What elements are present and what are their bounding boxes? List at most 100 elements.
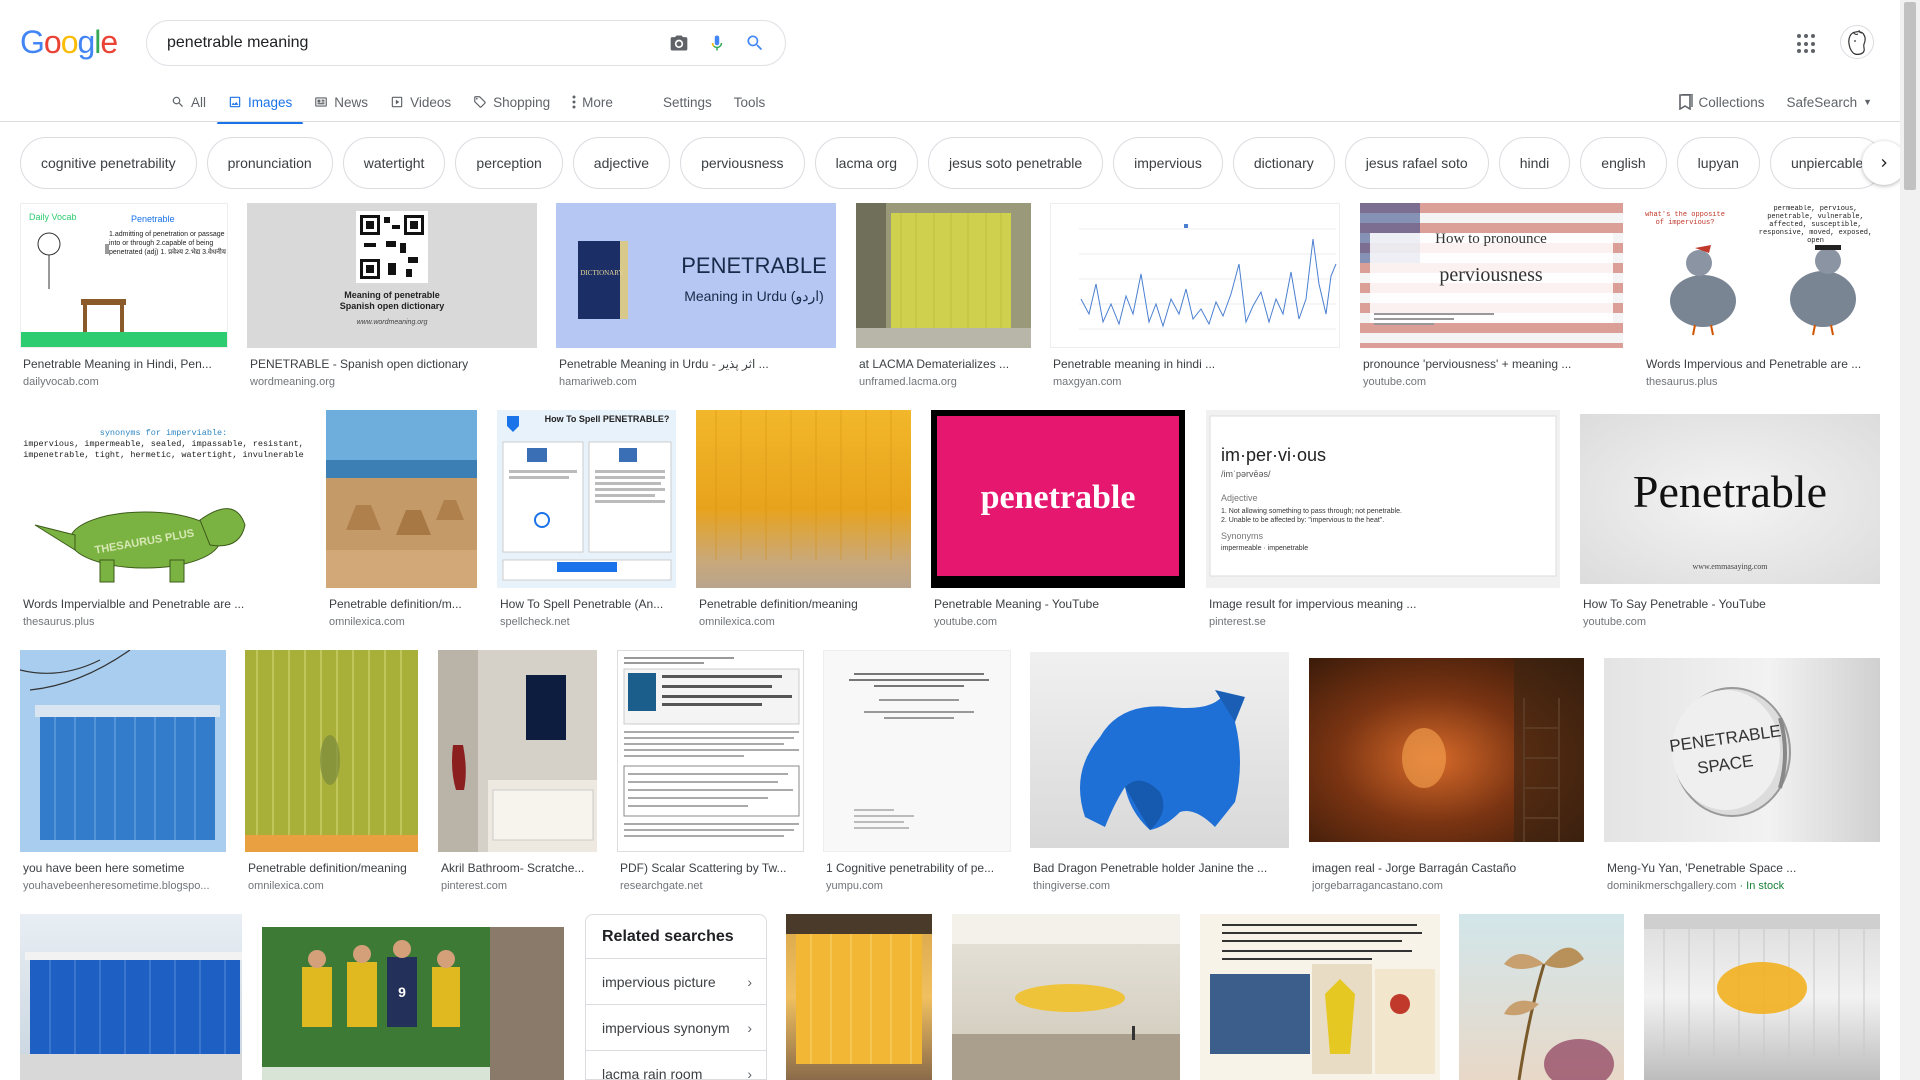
scrollbar-thumb[interactable] xyxy=(1904,2,1916,190)
image-result[interactable]: synonyms for imperviable: impervious, imp… xyxy=(20,410,307,630)
result-source[interactable]: unframed.lacma.org xyxy=(859,376,1031,388)
result-source[interactable]: hamariweb.com xyxy=(559,376,836,388)
refinement-chip[interactable]: watertight xyxy=(342,137,446,189)
refinement-chip[interactable]: adjective xyxy=(572,137,671,189)
result-title[interactable]: 1 Cognitive penetrability of pe... xyxy=(826,861,1011,875)
result-title[interactable]: How To Spell Penetrable (An... xyxy=(500,597,676,611)
image-result[interactable]: 9 xyxy=(262,914,564,1080)
result-title[interactable]: pronounce 'perviousness' + meaning ... xyxy=(1363,357,1623,371)
related-search-item[interactable]: lacma rain room › xyxy=(586,1051,766,1080)
image-result[interactable]: How to pronounce perviousness pronounce … xyxy=(1360,203,1623,391)
image-result[interactable] xyxy=(1459,914,1624,1080)
tab-news[interactable]: News xyxy=(303,82,379,122)
result-source[interactable]: omnilexica.com xyxy=(699,616,911,628)
image-result[interactable]: what's the opposite of impervious? perme… xyxy=(1643,203,1880,391)
image-result[interactable]: im·per·vi·ous /imˈpərvēəs/ Adjective 1. … xyxy=(1206,410,1560,630)
result-title[interactable]: Penetrable meaning in hindi ... xyxy=(1053,357,1340,371)
apps-grid-icon[interactable] xyxy=(1795,32,1819,56)
tools-link[interactable]: Tools xyxy=(723,82,777,122)
result-source[interactable]: wordmeaning.org xyxy=(250,376,537,388)
result-source[interactable]: yumpu.com xyxy=(826,880,1011,892)
search-box[interactable] xyxy=(146,20,786,66)
result-title[interactable]: Penetrable Meaning in Urdu - اثر پذیر ..… xyxy=(559,357,836,371)
refinement-chip[interactable]: jesus soto penetrable xyxy=(928,137,1104,189)
result-source[interactable]: pinterest.se xyxy=(1209,616,1560,628)
result-source[interactable]: dailyvocab.com xyxy=(23,376,228,388)
refinement-chip[interactable]: pronunciation xyxy=(206,137,333,189)
page-scrollbar[interactable] xyxy=(1900,0,1920,1080)
image-result[interactable]: Penetrable www.emmasaying.com How To Say… xyxy=(1580,410,1880,630)
image-result[interactable] xyxy=(1200,914,1440,1080)
image-result[interactable] xyxy=(20,914,242,1080)
result-source[interactable]: youtube.com xyxy=(1583,616,1880,628)
result-title[interactable]: you have been here sometime xyxy=(23,861,226,875)
refinement-chip[interactable]: lacma org xyxy=(814,137,919,189)
safesearch-dropdown[interactable]: SafeSearch ▼ xyxy=(1787,95,1872,110)
image-result[interactable]: Daily Vocab Penetrable 1.admitting of pe… xyxy=(20,203,228,391)
image-result[interactable] xyxy=(786,914,932,1080)
image-result[interactable]: PENETRABLE SPACE Meng-Yu Yan, 'Penetrabl… xyxy=(1604,650,1880,894)
result-title[interactable]: Image result for impervious meaning ... xyxy=(1209,597,1560,611)
result-source[interactable]: researchgate.net xyxy=(620,880,804,892)
image-result[interactable]: Bad Dragon Penetrable holder Janine the … xyxy=(1030,650,1289,894)
camera-icon[interactable] xyxy=(667,31,691,55)
result-source[interactable]: youhavebeenheresometime.blogspo... xyxy=(23,880,226,892)
image-result[interactable] xyxy=(952,914,1180,1080)
tab-images[interactable]: Images xyxy=(217,82,304,124)
image-result[interactable]: How To Spell PENETRABLE? How To Spell Pe… xyxy=(497,410,676,630)
result-title[interactable]: Words Impervious and Penetrable are ... xyxy=(1646,357,1880,371)
image-result[interactable]: at LACMA Dematerializes ... unframed.lac… xyxy=(856,203,1031,391)
refinement-chip[interactable]: english xyxy=(1580,137,1667,189)
tab-more[interactable]: More xyxy=(561,82,624,122)
refinement-chip[interactable]: dictionary xyxy=(1232,137,1335,189)
image-result[interactable]: Penetrable definition/meaning omnilexica… xyxy=(245,650,418,894)
image-result[interactable]: Penetrable definition/m... omnilexica.co… xyxy=(326,410,477,630)
image-result[interactable]: penetrable Penetrable Meaning - YouTube … xyxy=(931,410,1185,630)
image-result[interactable] xyxy=(1644,914,1880,1080)
result-source[interactable]: pinterest.com xyxy=(441,880,597,892)
result-title[interactable]: at LACMA Dematerializes ... xyxy=(859,357,1031,371)
tab-videos[interactable]: Videos xyxy=(379,82,462,122)
result-source[interactable]: omnilexica.com xyxy=(248,880,418,892)
result-title[interactable]: PDF) Scalar Scattering by Tw... xyxy=(620,861,804,875)
image-result[interactable]: you have been here sometime youhavebeenh… xyxy=(20,650,226,894)
google-logo[interactable]: Google xyxy=(20,24,118,60)
microphone-icon[interactable] xyxy=(705,31,729,55)
result-title[interactable]: Penetrable Meaning in Hindi, Pen... xyxy=(23,357,228,371)
result-source[interactable]: youtube.com xyxy=(934,616,1185,628)
refinement-chip[interactable]: perception xyxy=(455,137,563,189)
image-result[interactable]: Meaning of penetrable Spanish open dicti… xyxy=(247,203,537,391)
result-title[interactable]: Words Impervialble and Penetrable are ..… xyxy=(23,597,307,611)
result-source[interactable]: spellcheck.net xyxy=(500,616,676,628)
result-title[interactable]: Meng-Yu Yan, 'Penetrable Space ... xyxy=(1607,861,1880,875)
image-result[interactable]: DICTIONARY PENETRABLE Meaning in Urdu (ا… xyxy=(556,203,836,391)
related-search-item[interactable]: impervious picture › xyxy=(586,959,766,1005)
refinement-chip[interactable]: jesus rafael soto xyxy=(1344,137,1489,189)
image-result[interactable]: Penetrable definition/meaning omnilexica… xyxy=(696,410,911,630)
result-source[interactable]: maxgyan.com xyxy=(1053,376,1340,388)
search-input[interactable] xyxy=(167,34,667,52)
result-source[interactable]: thesaurus.plus xyxy=(1646,376,1880,388)
result-source[interactable]: jorgebarragancastano.com xyxy=(1312,880,1584,892)
result-title[interactable]: Penetrable Meaning - YouTube xyxy=(934,597,1185,611)
refinement-chip[interactable]: impervious xyxy=(1113,137,1223,189)
result-source[interactable]: thesaurus.plus xyxy=(23,616,307,628)
collections-button[interactable]: Collections xyxy=(1678,94,1765,110)
refinement-chip[interactable]: lupyan xyxy=(1676,137,1760,189)
result-source[interactable]: omnilexica.com xyxy=(329,616,477,628)
refinement-chip[interactable]: hindi xyxy=(1498,137,1571,189)
tab-shopping[interactable]: Shopping xyxy=(462,82,561,122)
result-title[interactable]: Penetrable definition/meaning xyxy=(699,597,911,611)
result-source[interactable]: dominikmerschgallery.com · In stock xyxy=(1607,880,1880,892)
refinement-chip[interactable]: cognitive penetrability xyxy=(20,137,197,189)
result-source[interactable]: thingiverse.com xyxy=(1033,880,1289,892)
image-result[interactable]: imagen real - Jorge Barragán Castaño jor… xyxy=(1309,650,1584,894)
tab-all[interactable]: All xyxy=(160,82,217,122)
avatar[interactable] xyxy=(1840,25,1874,59)
image-result[interactable]: PDF) Scalar Scattering by Tw... research… xyxy=(617,650,804,894)
refinement-chip[interactable]: perviousness xyxy=(680,137,805,189)
result-title[interactable]: Bad Dragon Penetrable holder Janine the … xyxy=(1033,861,1289,875)
image-result[interactable]: 1 Cognitive penetrability of pe... yumpu… xyxy=(823,650,1011,894)
settings-link[interactable]: Settings xyxy=(652,82,723,122)
search-icon[interactable] xyxy=(743,31,767,55)
